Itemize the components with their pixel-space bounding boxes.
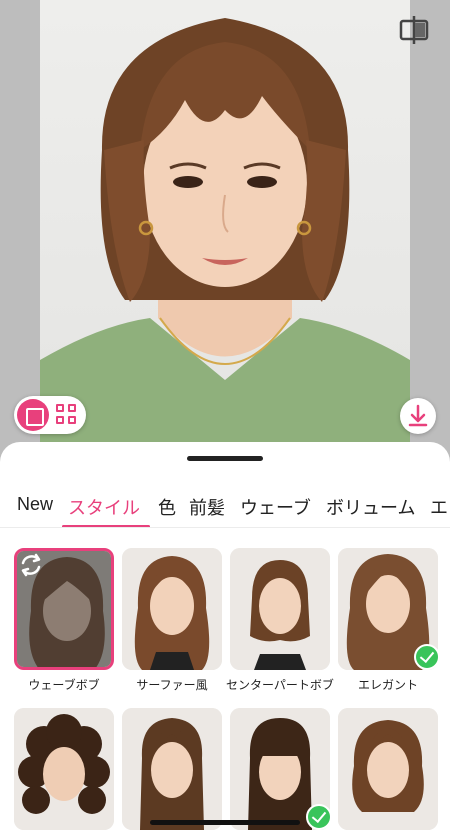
category-tabs: New スタイル 色 前髪 ウェーブ ボリューム エ [0,488,450,528]
download-icon [408,404,428,427]
tab-more[interactable]: エ [430,494,448,520]
tab-wave[interactable]: ウェーブ [240,494,311,520]
tab-style[interactable]: スタイル [68,494,140,520]
style-grid: ウェーブボブ サーファー風 センターパートボブ エレガント [0,542,450,838]
sheet-grabber[interactable] [187,456,263,461]
compare-split-icon[interactable] [398,14,430,46]
refresh-icon[interactable] [17,551,45,579]
applied-check-icon [306,804,332,830]
portrait-photo [40,0,410,470]
single-view-icon[interactable] [17,399,49,431]
tab-new[interactable]: New [17,494,53,515]
style-thumbnail [122,708,222,830]
tab-color[interactable]: 色 [158,494,176,520]
style-label: センターパートボブ [226,678,334,692]
style-bottom-sheet: New スタイル 色 前髪 ウェーブ ボリューム エ ウェーブボブ サーファー風… [0,442,450,838]
grid-view-icon[interactable] [56,404,78,426]
style-thumbnail [14,548,114,670]
active-tab-indicator [62,525,150,527]
style-thumbnail [122,548,222,670]
tab-bangs[interactable]: 前髪 [189,494,225,520]
style-label: エレガント [357,678,418,692]
style-thumbnail [14,708,114,830]
home-indicator [150,820,300,825]
style-label: サーファー風 [136,678,208,692]
tab-volume[interactable]: ボリューム [326,494,415,520]
style-thumbnail [338,708,438,830]
applied-check-icon [414,644,440,670]
style-label: ウェーブボブ [28,678,100,692]
photo-preview [0,0,450,470]
download-button[interactable] [400,398,436,434]
view-mode-toggle[interactable] [14,396,86,434]
style-thumbnail [230,548,330,670]
